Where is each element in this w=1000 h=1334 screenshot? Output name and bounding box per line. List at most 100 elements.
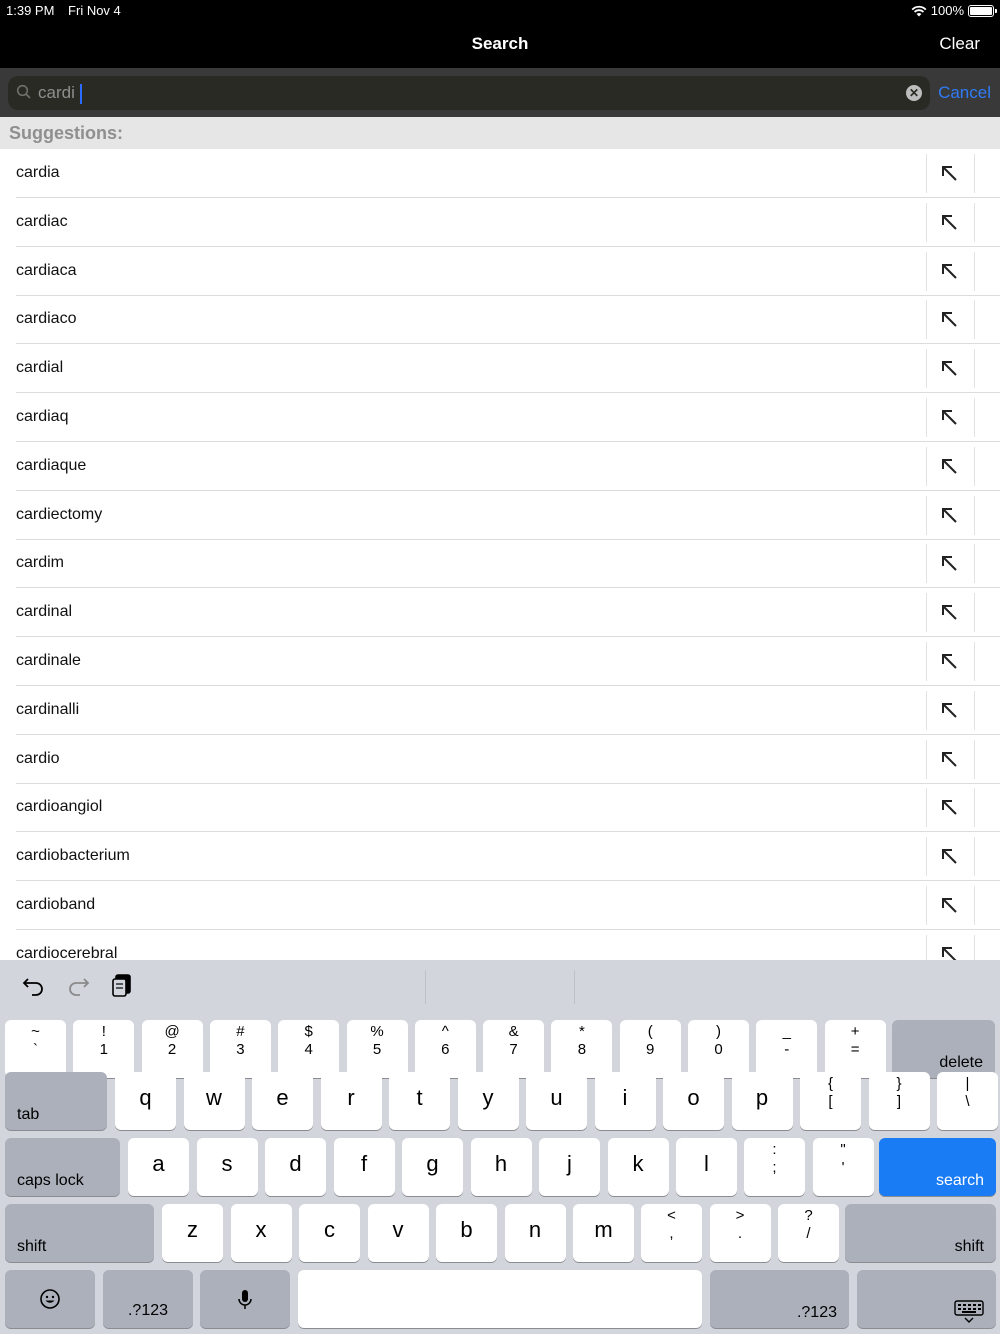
paste-icon[interactable] [110,970,134,1000]
key-letter[interactable]: m [573,1204,634,1262]
key-letter[interactable]: s [196,1138,258,1196]
key-letter[interactable]: i [594,1072,656,1130]
key-letter[interactable]: e [252,1072,313,1130]
fill-search-arrow-icon[interactable] [938,406,960,428]
fill-search-arrow-icon[interactable] [938,552,960,574]
key-letter[interactable]: b [436,1204,497,1262]
suggestion-row[interactable]: cardiaque [0,442,1000,491]
key-letter[interactable]: j [539,1138,600,1196]
fill-search-arrow-icon[interactable] [938,211,960,233]
fill-search-arrow-icon[interactable] [938,260,960,282]
suggestion-row[interactable]: cardiaca [0,247,1000,296]
delete-key[interactable]: delete [892,1020,995,1078]
clear-text-icon[interactable]: ✕ [906,85,922,101]
key-number[interactable]: * 8 [551,1020,613,1078]
cancel-button[interactable]: Cancel [938,83,991,103]
suggestion-row[interactable]: cardiaq [0,393,1000,442]
key-number[interactable]: % 5 [346,1020,408,1078]
search-field[interactable]: ✕ [8,76,930,110]
suggestion-row[interactable]: cardinalli [0,686,1000,735]
key-letter[interactable]: p [731,1072,793,1130]
fill-search-arrow-icon[interactable] [938,650,960,672]
fill-search-arrow-icon[interactable] [938,699,960,721]
key-number[interactable]: _ - [756,1020,818,1078]
search-input[interactable] [38,80,898,106]
key-number[interactable]: & 7 [483,1020,545,1078]
fill-search-arrow-icon[interactable] [938,943,960,960]
suggestion-row[interactable]: cardim [0,539,1000,589]
key-letter[interactable]: t [389,1072,450,1130]
suggestion-row[interactable]: cardinal [0,588,1000,638]
key-symbol[interactable]: ? / [778,1204,839,1262]
fill-search-arrow-icon[interactable] [938,308,960,330]
key-number[interactable]: $4 [278,1020,340,1078]
key-letter[interactable]: x [230,1204,292,1262]
numbers-key-left[interactable]: .?123 [103,1270,193,1328]
fill-search-arrow-icon[interactable] [938,504,960,526]
key-letter[interactable]: w [183,1072,245,1130]
fill-search-arrow-icon[interactable] [938,601,960,623]
suggestion-row[interactable]: cardio [0,735,1000,784]
key-symbol[interactable]: >. [709,1204,771,1262]
key-symbol[interactable]: | \ [937,1072,998,1130]
key-letter[interactable]: h [470,1138,532,1196]
key-letter[interactable]: r [320,1072,382,1130]
key-number[interactable]: ~ ` [5,1020,66,1078]
key-symbol[interactable]: }] [868,1072,930,1130]
suggestion-row[interactable]: cardiectomy [0,491,1000,540]
fill-search-arrow-icon[interactable] [938,894,960,916]
key-symbol[interactable]: " ' [812,1138,874,1196]
key-number[interactable]: #3 [209,1020,271,1078]
key-letter[interactable]: c [299,1204,360,1262]
suggestion-row[interactable]: cardioangiol [0,783,1000,833]
suggestion-row[interactable]: cardial [0,344,1000,394]
key-letter[interactable]: k [607,1138,669,1196]
key-number[interactable]: + = [824,1020,886,1078]
fill-search-arrow-icon[interactable] [938,455,960,477]
key-letter[interactable]: v [367,1204,429,1262]
fill-search-arrow-icon[interactable] [938,845,960,867]
key-number[interactable]: ! 1 [73,1020,135,1078]
key-letter[interactable]: u [526,1072,587,1130]
suggestion-row[interactable]: cardiac [0,198,1000,247]
key-letter[interactable]: n [504,1204,566,1262]
suggestion-row[interactable]: cardiocerebral [0,930,1000,960]
fill-search-arrow-icon[interactable] [938,162,960,184]
redo-icon[interactable] [66,970,90,1000]
key-letter[interactable]: f [333,1138,395,1196]
key-number[interactable]: ) 0 [688,1020,749,1078]
suggestion-row[interactable]: cardiobacterium [0,832,1000,882]
key-symbol[interactable]: {[ [800,1072,861,1130]
key-letter[interactable]: g [402,1138,463,1196]
suggestion-row[interactable]: cardioband [0,881,1000,930]
emoji-key[interactable] [5,1270,95,1328]
dictation-key[interactable] [200,1270,290,1328]
suggestion-row[interactable]: cardinale [0,637,1000,686]
undo-icon[interactable] [22,970,46,1000]
caps-lock-key[interactable]: caps lock [5,1138,120,1196]
shift-right-key[interactable]: shift [845,1204,996,1262]
key-letter[interactable]: o [663,1072,724,1130]
tab-key[interactable]: tab [5,1072,107,1130]
numbers-key-right[interactable]: .?123 [710,1270,849,1328]
fill-search-arrow-icon[interactable] [938,357,960,379]
clear-button[interactable]: Clear [939,34,980,54]
key-letter[interactable]: q [115,1072,176,1130]
search-key[interactable]: search [879,1138,996,1196]
suggestion-row[interactable]: cardiaco [0,295,1000,345]
key-number[interactable]: (9 [619,1020,681,1078]
suggestion-row[interactable]: cardia [0,149,1000,198]
key-number[interactable]: @2 [141,1020,203,1078]
key-letter[interactable]: a [128,1138,189,1196]
key-letter[interactable]: y [457,1072,519,1130]
key-letter[interactable]: z [162,1204,223,1262]
shift-left-key[interactable]: shift [5,1204,154,1262]
key-symbol[interactable]: :; [744,1138,805,1196]
fill-search-arrow-icon[interactable] [938,748,960,770]
dismiss-keyboard-key[interactable] [857,1270,996,1328]
key-letter[interactable]: l [676,1138,737,1196]
fill-search-arrow-icon[interactable] [938,796,960,818]
key-symbol[interactable]: <, [641,1204,702,1262]
key-letter[interactable]: d [265,1138,326,1196]
space-bar[interactable] [298,1270,702,1328]
